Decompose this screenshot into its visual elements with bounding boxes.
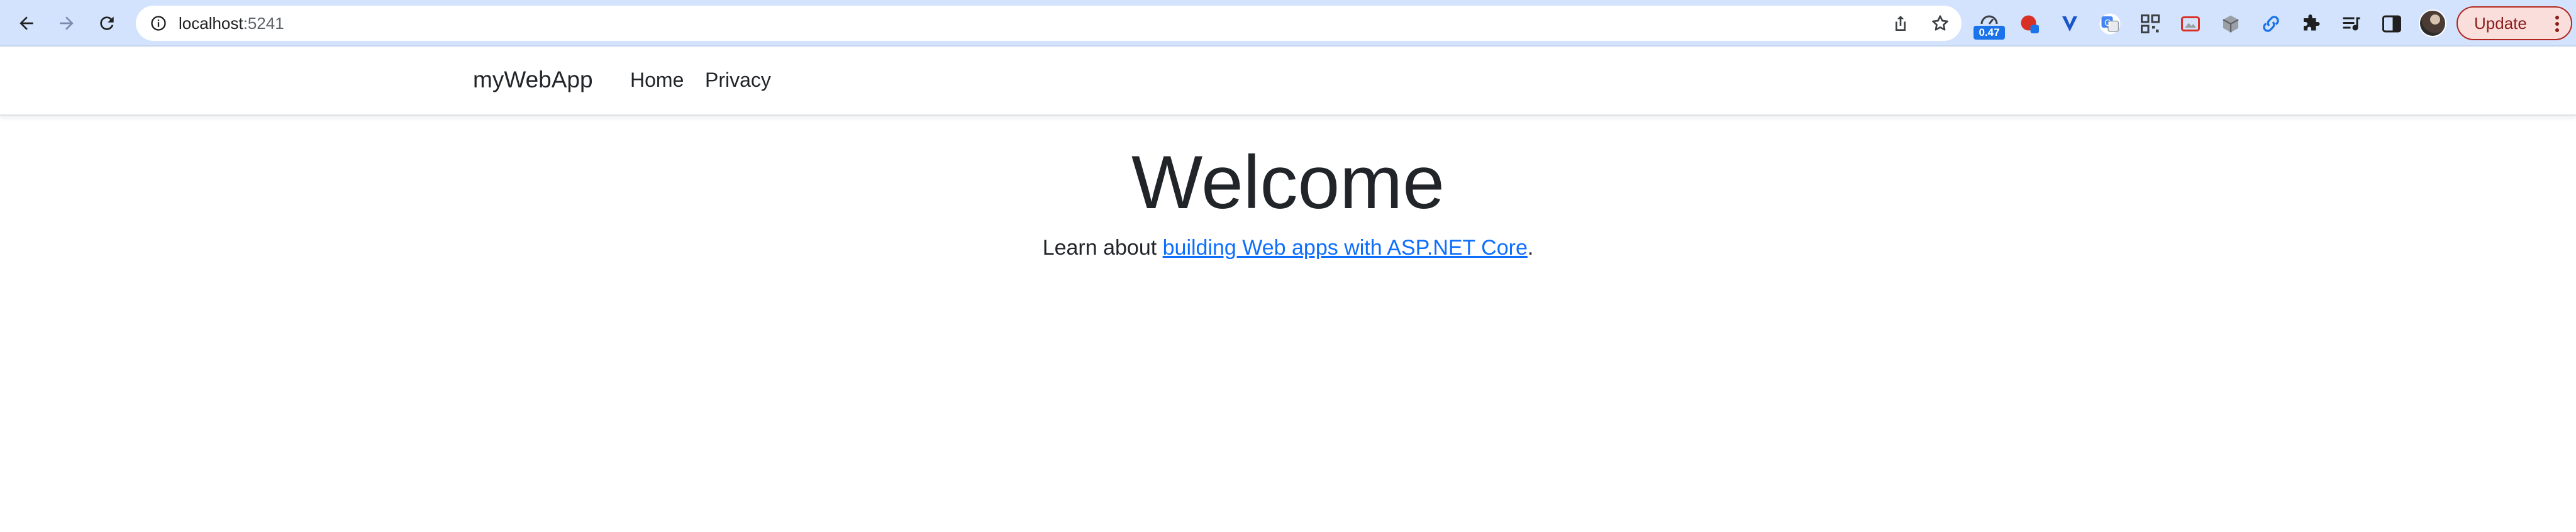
side-panel-button[interactable]	[2379, 11, 2404, 36]
v-logo-icon	[2062, 16, 2077, 31]
update-label: Update	[2474, 13, 2527, 33]
playlist-music-icon	[2343, 17, 2360, 31]
back-arrow-icon	[19, 16, 33, 30]
reload-icon	[100, 16, 114, 30]
profile-avatar[interactable]	[2419, 9, 2446, 37]
aspnet-docs-link[interactable]: building Web apps with ASP.NET Core	[1163, 236, 1528, 260]
extensions-button[interactable]	[2299, 11, 2324, 36]
info-icon[interactable]	[150, 14, 167, 32]
forward-button[interactable]	[51, 8, 82, 39]
learn-prefix: Learn about	[1042, 236, 1163, 260]
extension-qr[interactable]	[2138, 11, 2163, 36]
kebab-menu-icon	[2555, 16, 2559, 32]
extension-red[interactable]	[2017, 11, 2042, 36]
extension-v[interactable]	[2057, 11, 2082, 36]
reload-button[interactable]	[91, 8, 123, 39]
forward-arrow-icon	[60, 16, 74, 30]
learn-paragraph: Learn about building Web apps with ASP.N…	[0, 234, 2576, 262]
media-control-button[interactable]	[2339, 11, 2364, 36]
svg-text:G: G	[2104, 18, 2111, 28]
nav-privacy-link[interactable]: Privacy	[705, 69, 771, 92]
page-heading: Welcome	[1131, 140, 1445, 224]
share-icon[interactable]	[1890, 13, 1911, 33]
star-icon[interactable]	[1930, 13, 1950, 33]
translate-icon: G	[2099, 13, 2121, 35]
url-text: localhost:5241	[179, 14, 284, 32]
learn-suffix: .	[1527, 236, 1534, 260]
back-button[interactable]	[11, 8, 42, 39]
brand-link[interactable]: myWebApp	[473, 67, 593, 93]
update-button[interactable]: Update	[2457, 6, 2572, 40]
nav-home-link[interactable]: Home	[630, 69, 684, 92]
site-navbar: myWebApp Home Privacy	[0, 48, 2576, 116]
extension-link[interactable]	[2258, 11, 2284, 36]
url-port: :5241	[243, 14, 284, 33]
address-bar[interactable]: localhost:5241	[136, 6, 1962, 41]
extension-cube[interactable]	[2218, 11, 2243, 36]
red-circle-extension-icon	[2021, 15, 2039, 33]
url-host: localhost	[179, 14, 243, 33]
extension-translate[interactable]: G	[2097, 11, 2123, 36]
link-icon	[2263, 16, 2279, 32]
side-panel-icon	[2382, 15, 2401, 33]
puzzle-piece-icon	[2304, 14, 2320, 31]
extension-badge: 0.47	[1974, 26, 2005, 40]
browser-toolbar: localhost:5241 0.47 G Update	[0, 0, 2576, 47]
cube-icon	[2223, 15, 2239, 33]
qr-code-icon	[2141, 14, 2160, 33]
image-capture-icon	[2181, 16, 2200, 31]
extension-image[interactable]	[2178, 11, 2203, 36]
